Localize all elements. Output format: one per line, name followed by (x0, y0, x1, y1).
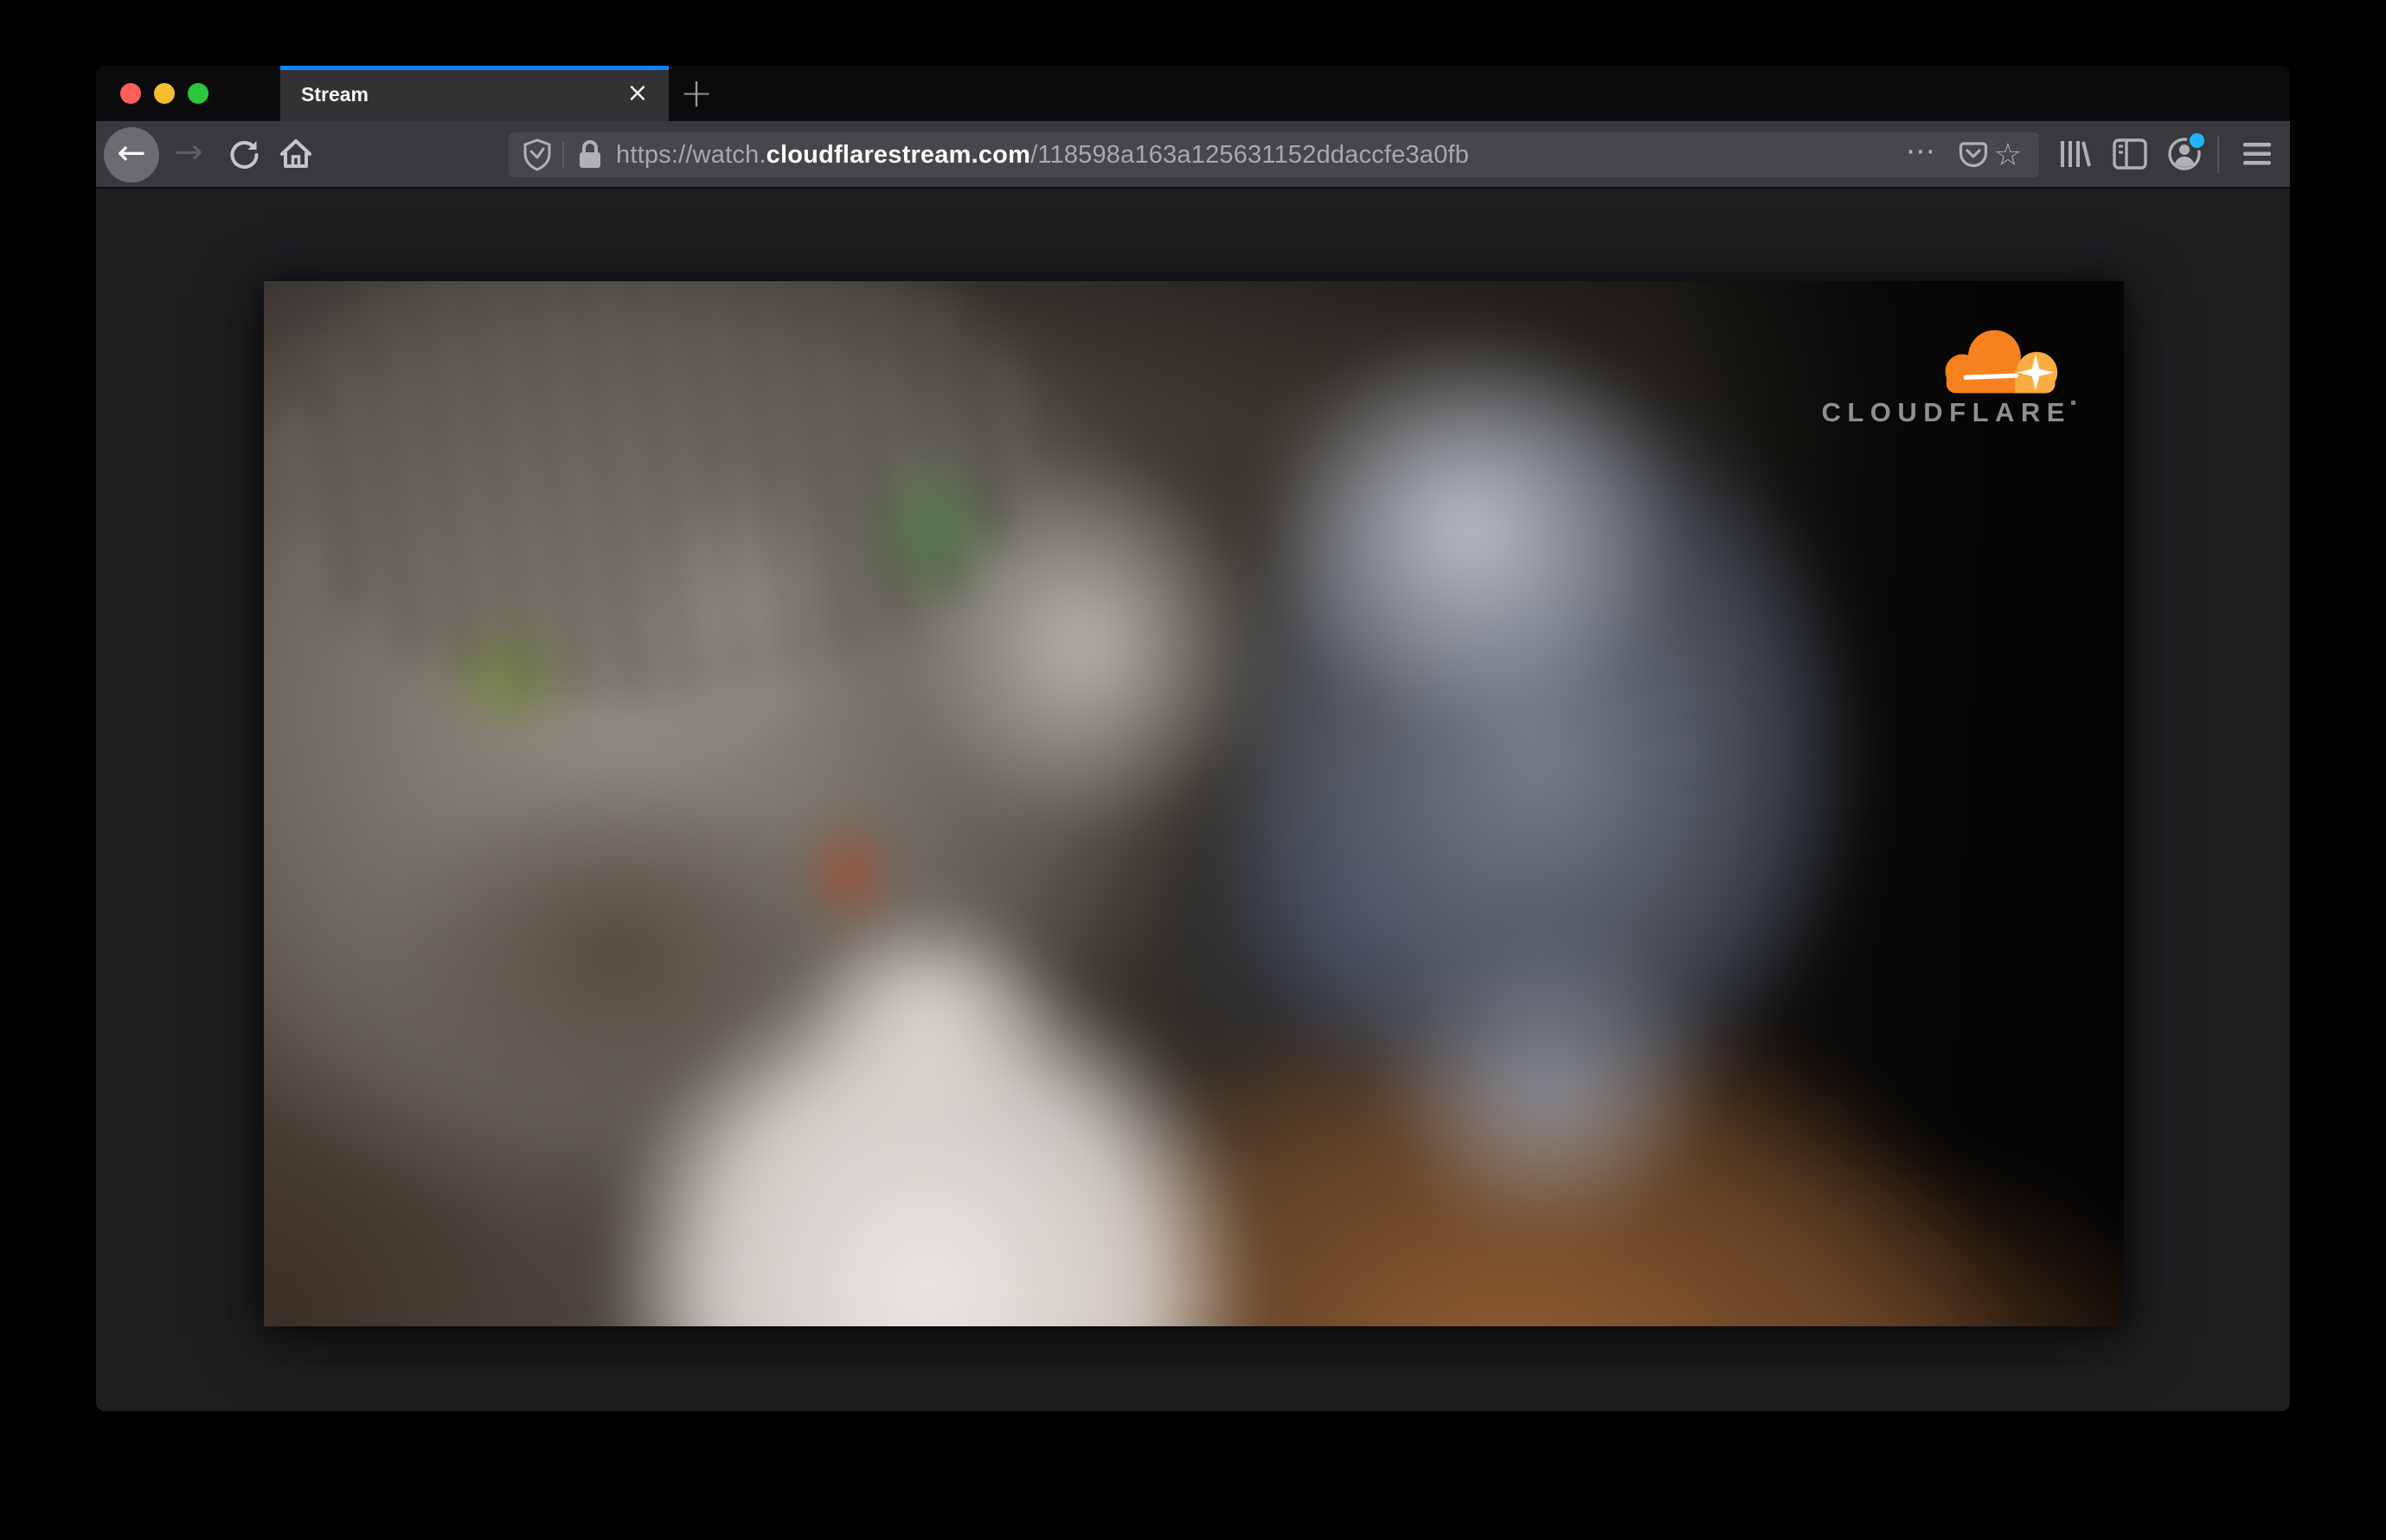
reload-icon (230, 141, 259, 169)
account-button[interactable] (2160, 127, 2209, 181)
zoom-window-button[interactable] (188, 83, 208, 104)
url-domain: cloudflarestream.com (766, 140, 1031, 169)
navigation-toolbar: ← → https://watch.cloudflarestream.com/1… (96, 121, 2290, 189)
cloudflare-logo-text: CLOUDFLARE (1821, 397, 2071, 427)
back-button[interactable]: ← (104, 127, 159, 183)
menu-button[interactable] (2233, 127, 2281, 181)
tab-close-icon[interactable]: × (619, 74, 657, 112)
url-path: /118598a163a125631152ddaccfe3a0fb (1030, 140, 1470, 169)
url-text[interactable]: https://watch.cloudflarestream.com/11859… (616, 141, 1469, 170)
bookmark-star-icon[interactable]: ☆ (1994, 138, 2022, 173)
cat-cheek-shadow (375, 761, 859, 1139)
forward-icon: → (174, 132, 203, 172)
url-bar[interactable]: https://watch.cloudflarestream.com/11859… (509, 132, 2039, 177)
page-content: CLOUDFLARE (96, 189, 2290, 1411)
minimize-window-button[interactable] (154, 83, 175, 104)
tab-bar: Stream × + (96, 66, 2290, 121)
sidebar-icon (2113, 138, 2147, 170)
tab-title: Stream (301, 83, 369, 106)
url-scheme: https://watch. (616, 140, 766, 169)
library-button[interactable] (2050, 127, 2099, 181)
new-tab-button[interactable]: + (669, 66, 724, 121)
reload-button[interactable] (221, 127, 269, 181)
pocket-icon[interactable] (1958, 139, 1989, 170)
cloudflare-cloud-icon (1945, 330, 2058, 394)
home-icon (280, 139, 311, 168)
toolbar-divider (2217, 137, 2219, 173)
urlbar-divider (562, 142, 564, 168)
library-icon (2061, 141, 2091, 167)
page-actions-icon[interactable]: ⋯ (1906, 134, 1935, 169)
close-window-button[interactable] (120, 83, 141, 104)
home-button[interactable] (272, 127, 320, 181)
url-actions: ⋯ ☆ (1906, 134, 2039, 173)
tracking-shield-icon[interactable] (523, 138, 552, 171)
hamburger-menu-icon (2243, 143, 2271, 165)
sidebar-button[interactable] (2106, 127, 2154, 181)
forward-button[interactable]: → (164, 127, 213, 181)
lock-icon[interactable] (576, 138, 604, 171)
cloudflare-logo: CLOUDFLARE (1821, 324, 2075, 428)
traffic-lights (120, 83, 208, 104)
browser-window: Stream × + ← → https://watch.cloudflares… (96, 66, 2290, 1411)
video-player[interactable]: CLOUDFLARE (264, 281, 2124, 1326)
account-notification-dot (2187, 131, 2207, 151)
back-icon: ← (117, 133, 146, 173)
tab-stream[interactable]: Stream × (280, 66, 669, 121)
trademark-mark (2071, 401, 2075, 405)
